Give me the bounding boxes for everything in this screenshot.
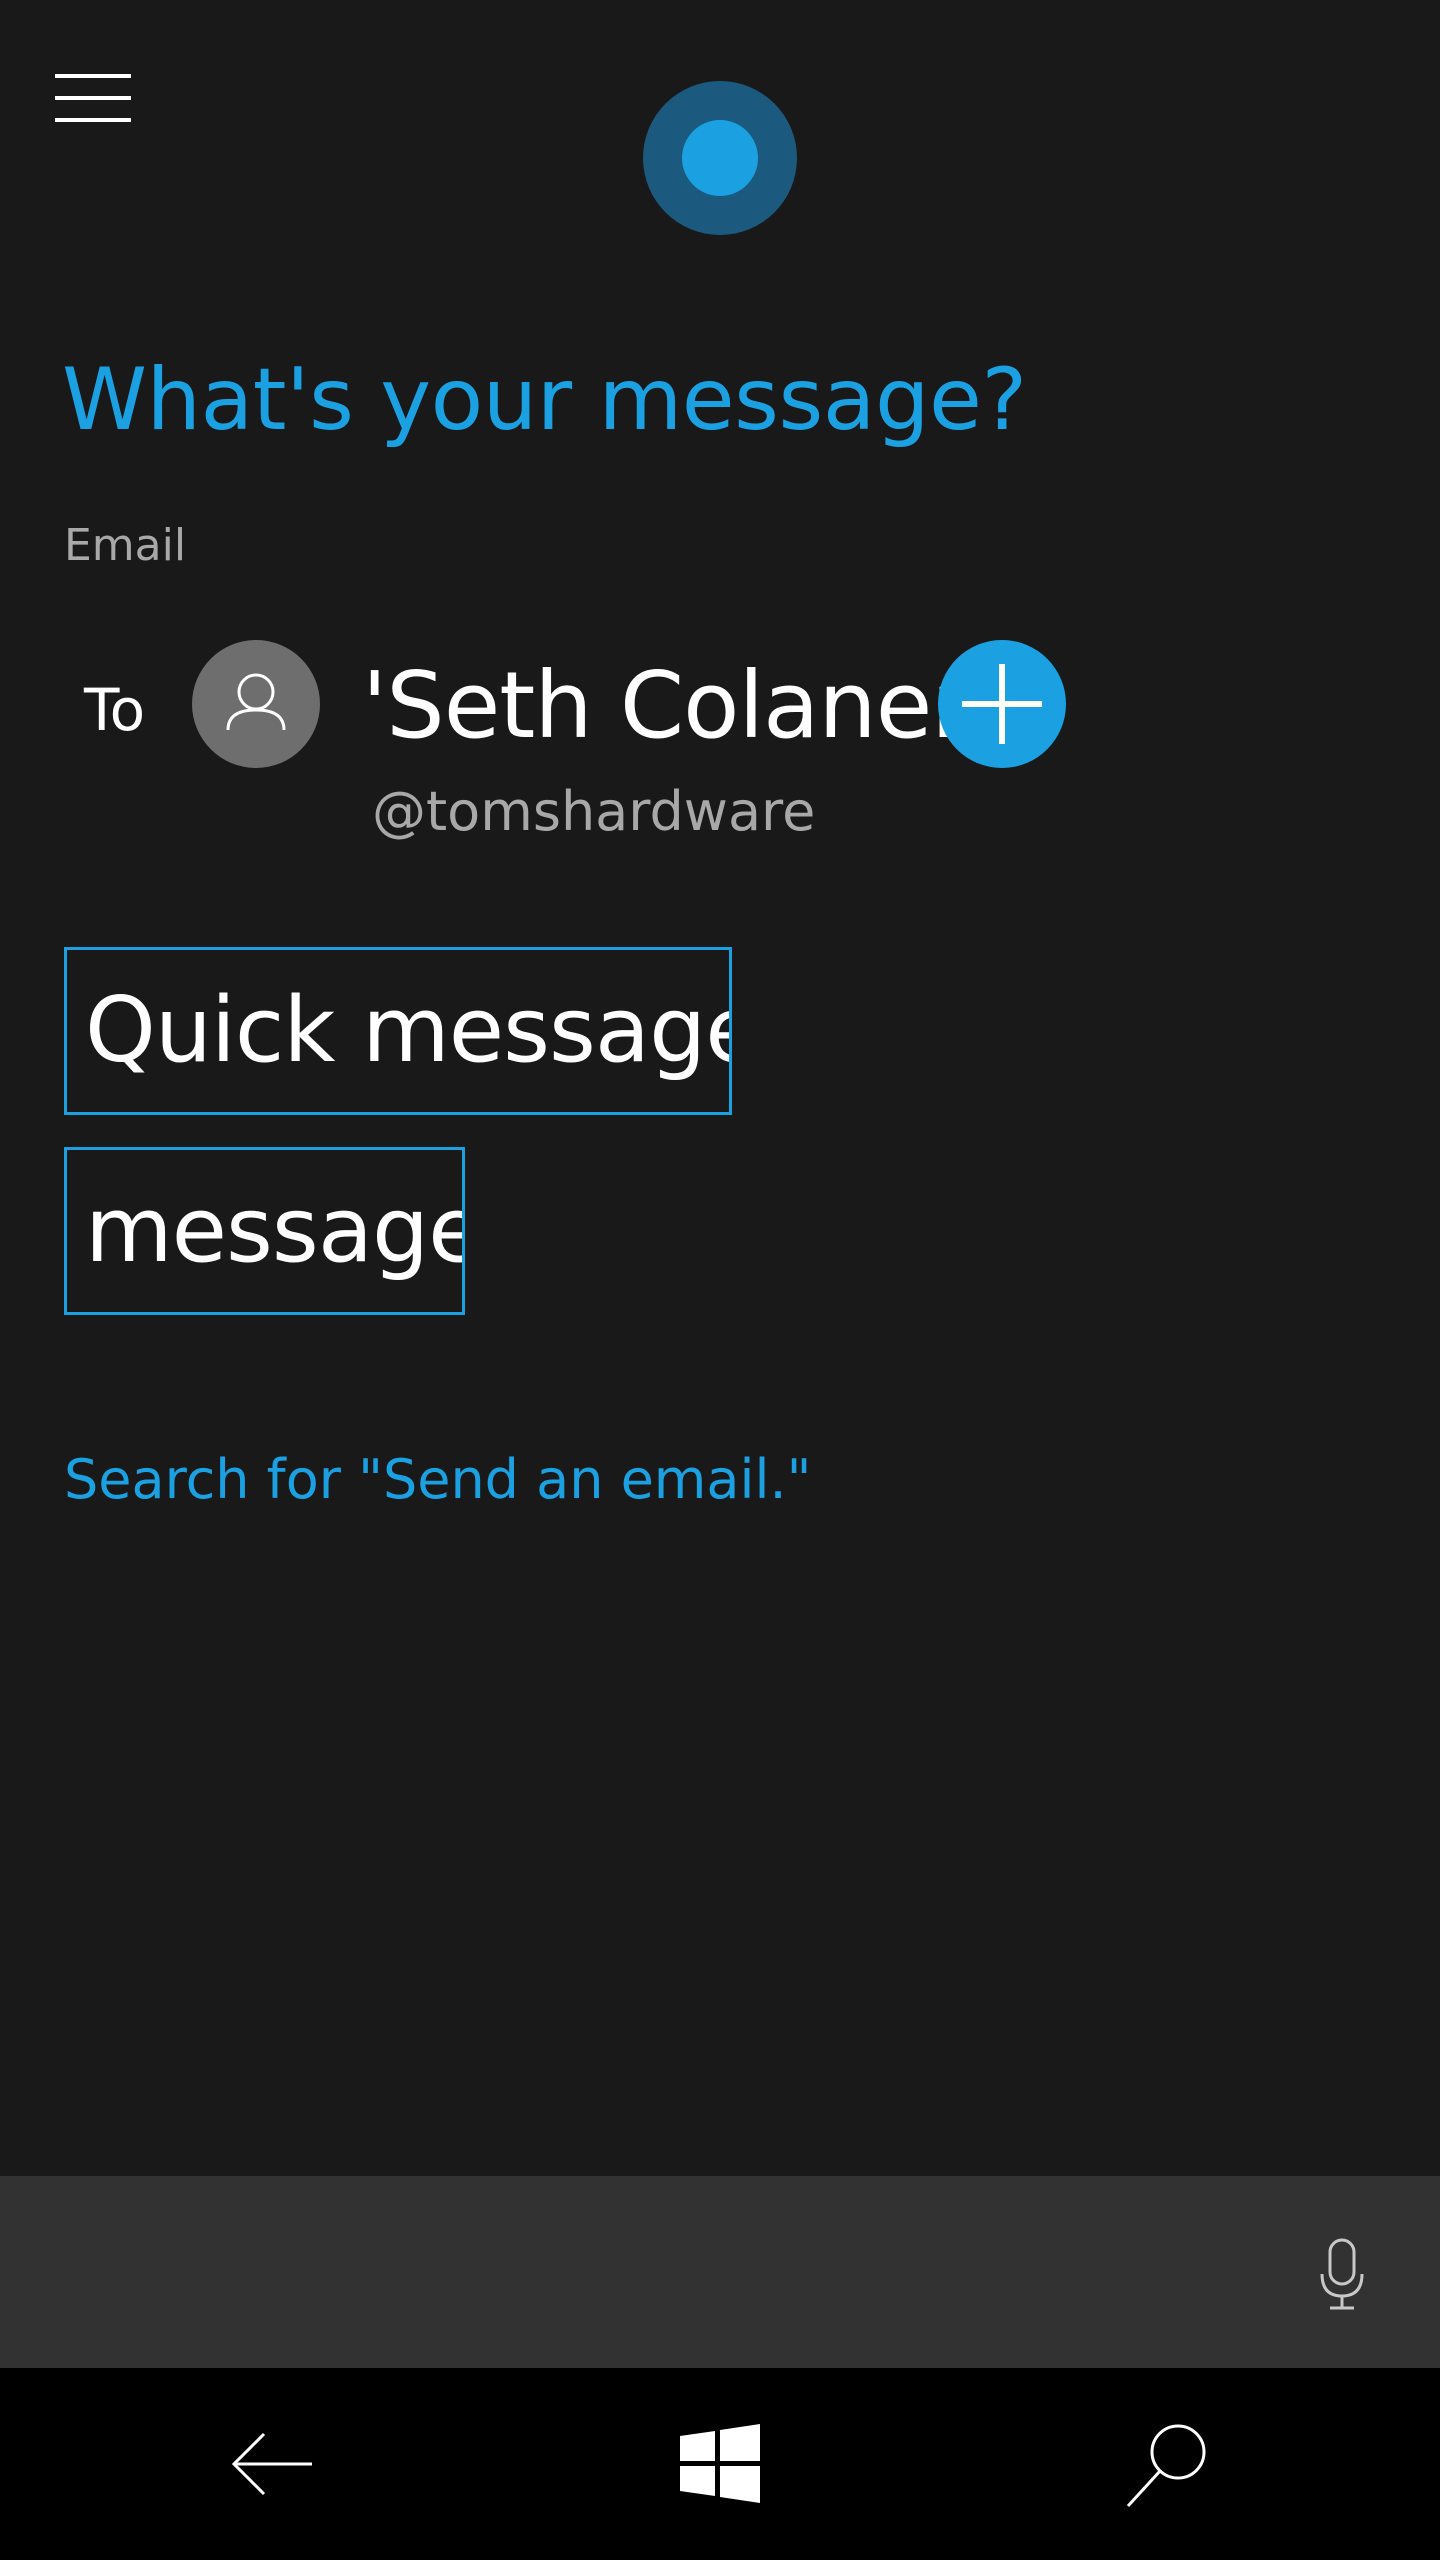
hamburger-menu-icon[interactable]: [50, 70, 136, 126]
cortana-inner-circle: [682, 120, 758, 196]
message-body-field[interactable]: message: [64, 1147, 465, 1315]
cortana-email-screen: What's your message? Email To 'Seth Cola…: [0, 0, 1440, 2560]
search-web-link[interactable]: Search for "Send an email.": [64, 1448, 812, 1511]
to-label: To: [84, 676, 146, 744]
system-nav-bar: [0, 2368, 1440, 2560]
recipient-name[interactable]: 'Seth Colaner': [362, 652, 993, 759]
microphone-icon[interactable]: [1312, 2236, 1372, 2316]
recipient-handle: @tomshardware: [372, 780, 816, 843]
add-recipient-button[interactable]: [938, 640, 1066, 768]
message-body-text: message: [85, 1178, 465, 1283]
subject-field[interactable]: Quick message: [64, 947, 732, 1115]
app-label: Email: [64, 520, 187, 571]
plus-icon: [962, 664, 1042, 744]
prompt-question: What's your message?: [62, 350, 1027, 450]
input-bar[interactable]: [0, 2176, 1440, 2368]
person-icon: [192, 640, 320, 768]
cortana-circle-icon: [643, 81, 797, 235]
subject-text: Quick message: [85, 978, 732, 1083]
search-icon[interactable]: [1118, 2414, 1218, 2514]
windows-logo-icon[interactable]: [670, 2414, 770, 2514]
back-arrow-icon[interactable]: [222, 2414, 322, 2514]
